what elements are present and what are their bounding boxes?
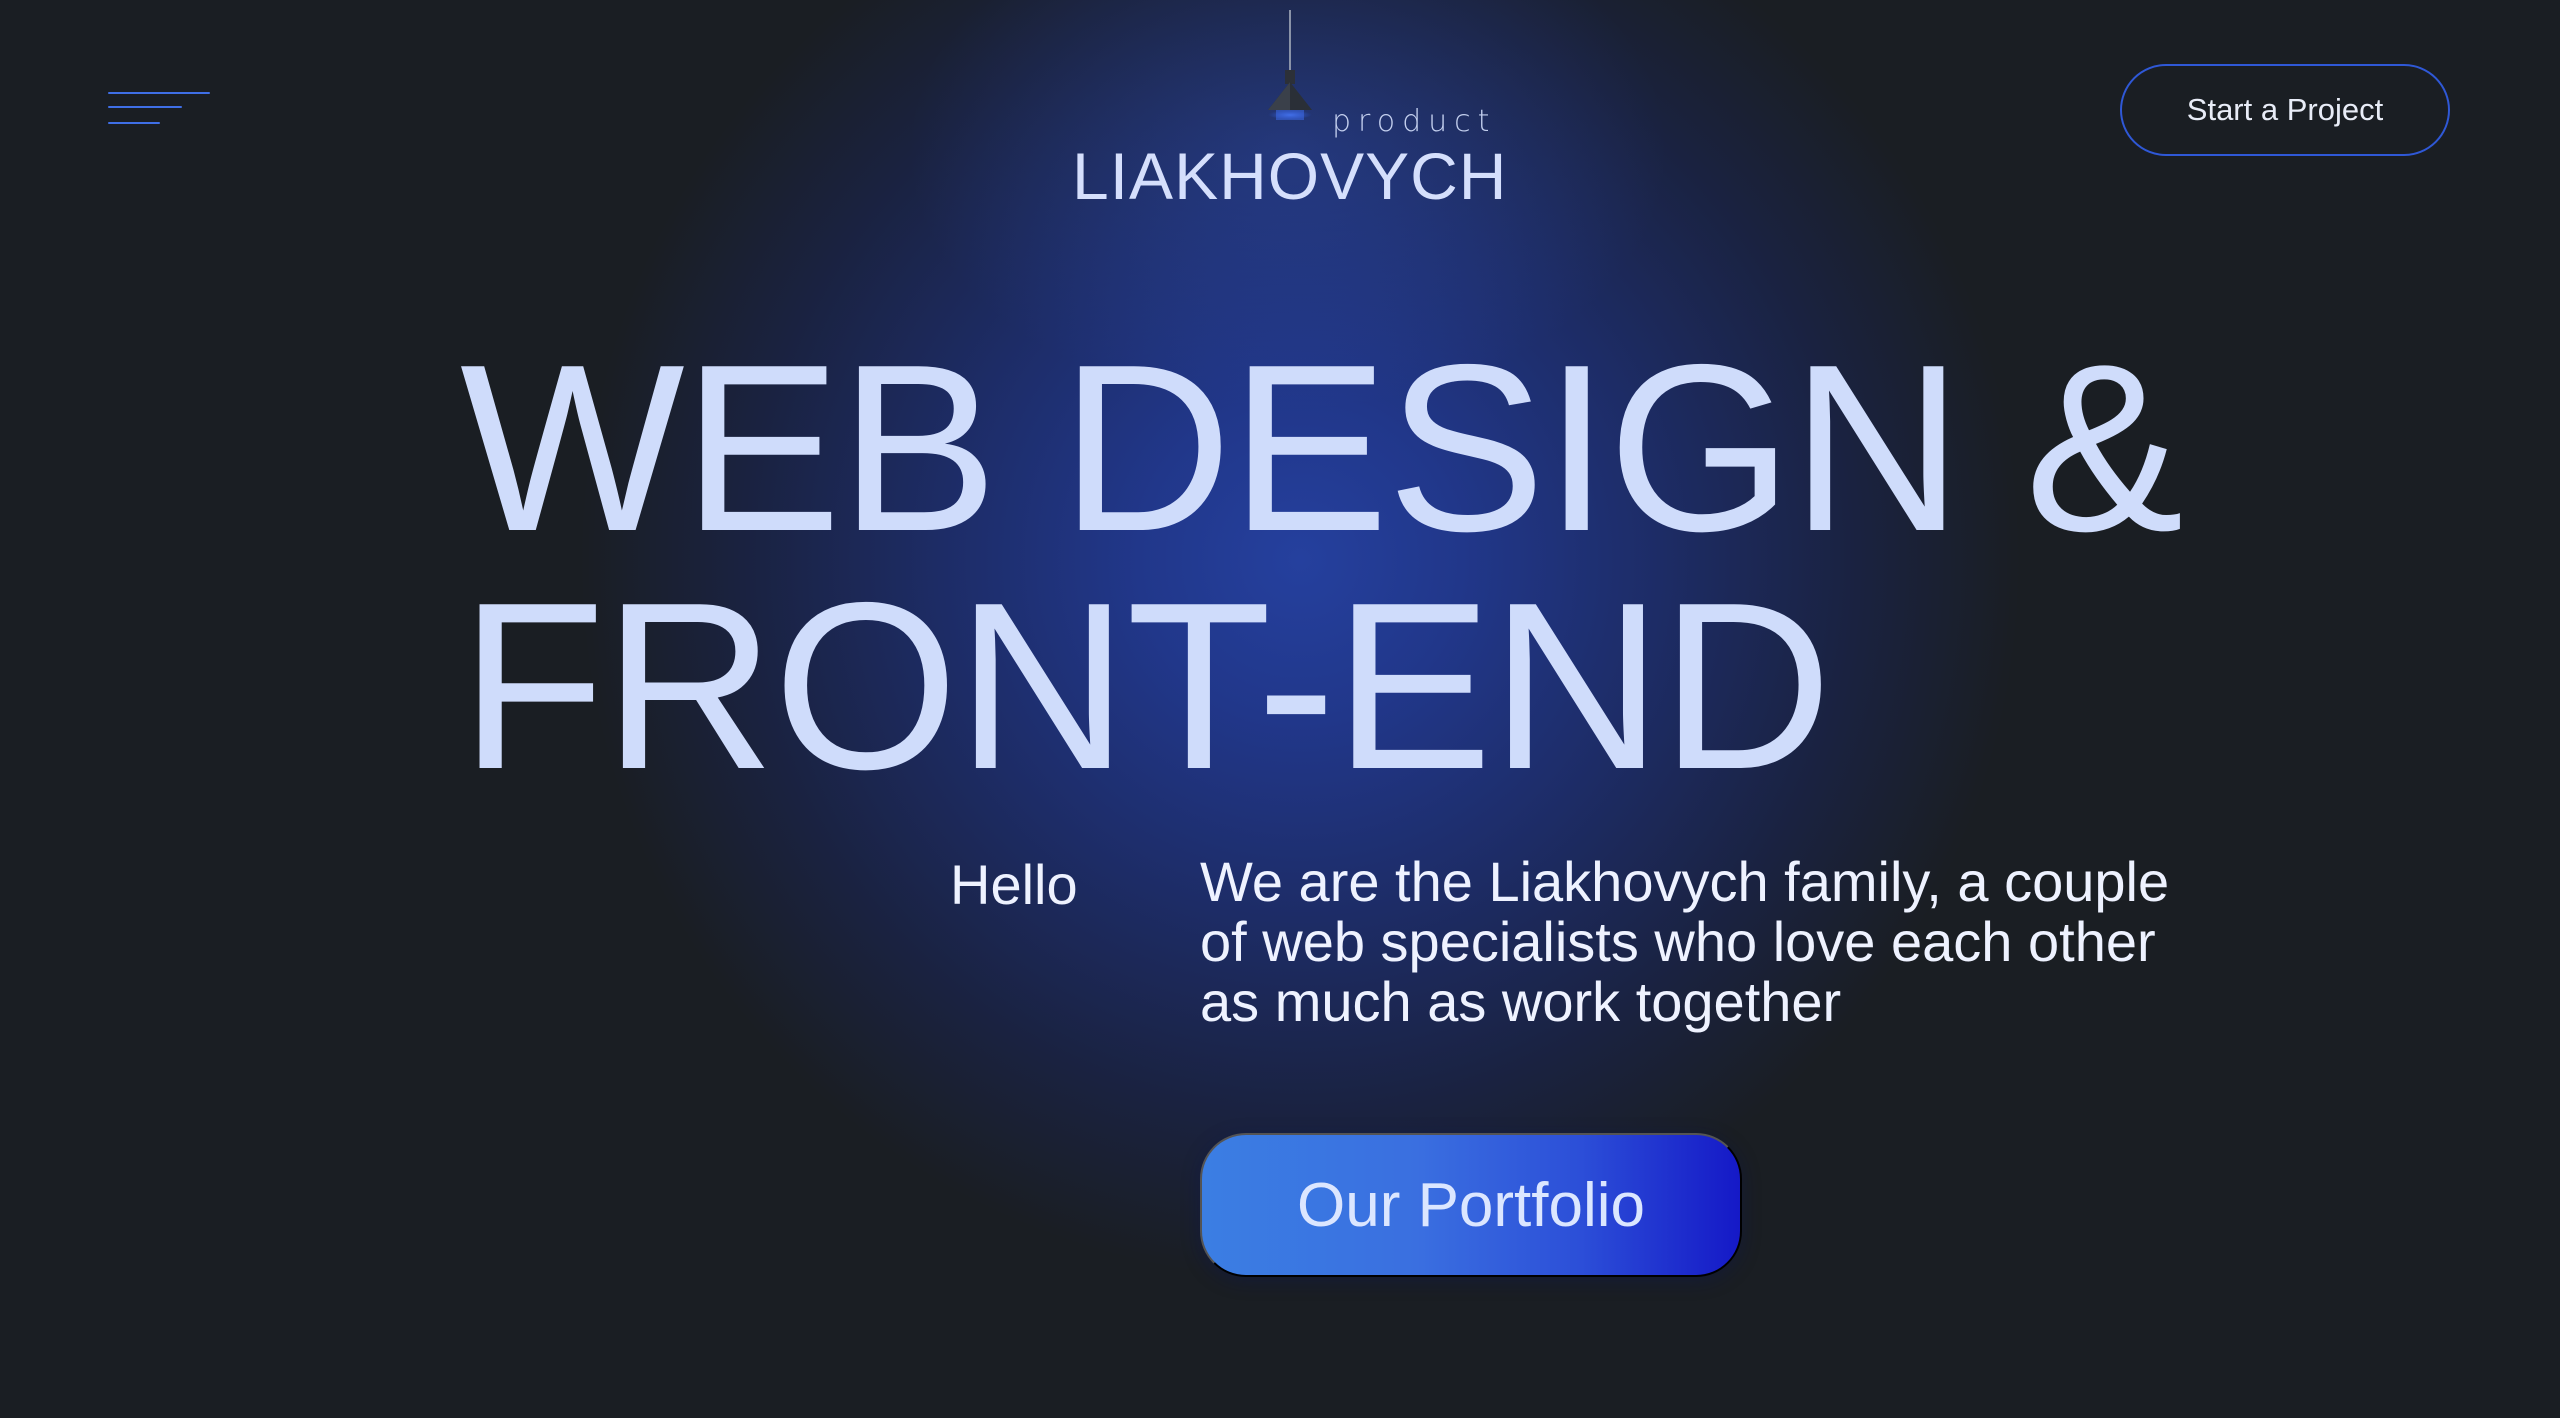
hero-title-line-1: WEB DESIGN & <box>460 316 2184 581</box>
menu-line <box>108 92 210 94</box>
page: product LIAKHOVYCH Start a Project WEB D… <box>0 0 2560 1418</box>
hamburger-menu-icon[interactable] <box>108 88 212 132</box>
our-portfolio-button[interactable]: Our Portfolio <box>1200 1133 1742 1277</box>
start-project-button[interactable]: Start a Project <box>2120 64 2450 156</box>
pendant-lamp-icon <box>1268 10 1312 120</box>
menu-line <box>108 106 182 108</box>
intro-text: We are the Liakhovych family, a couple o… <box>1200 850 2170 1033</box>
logo-name-text: LIAKHOVYCH <box>1072 139 1508 213</box>
hero-title-line-2: FRONT-END <box>460 554 1832 819</box>
hero-title: WEB DESIGN & FRONT-END <box>460 316 2184 819</box>
logo-product-text: product <box>1332 104 1497 139</box>
logo[interactable]: product LIAKHOVYCH <box>1070 10 1506 213</box>
hello-label: Hello <box>950 853 1078 916</box>
menu-line <box>108 122 160 124</box>
